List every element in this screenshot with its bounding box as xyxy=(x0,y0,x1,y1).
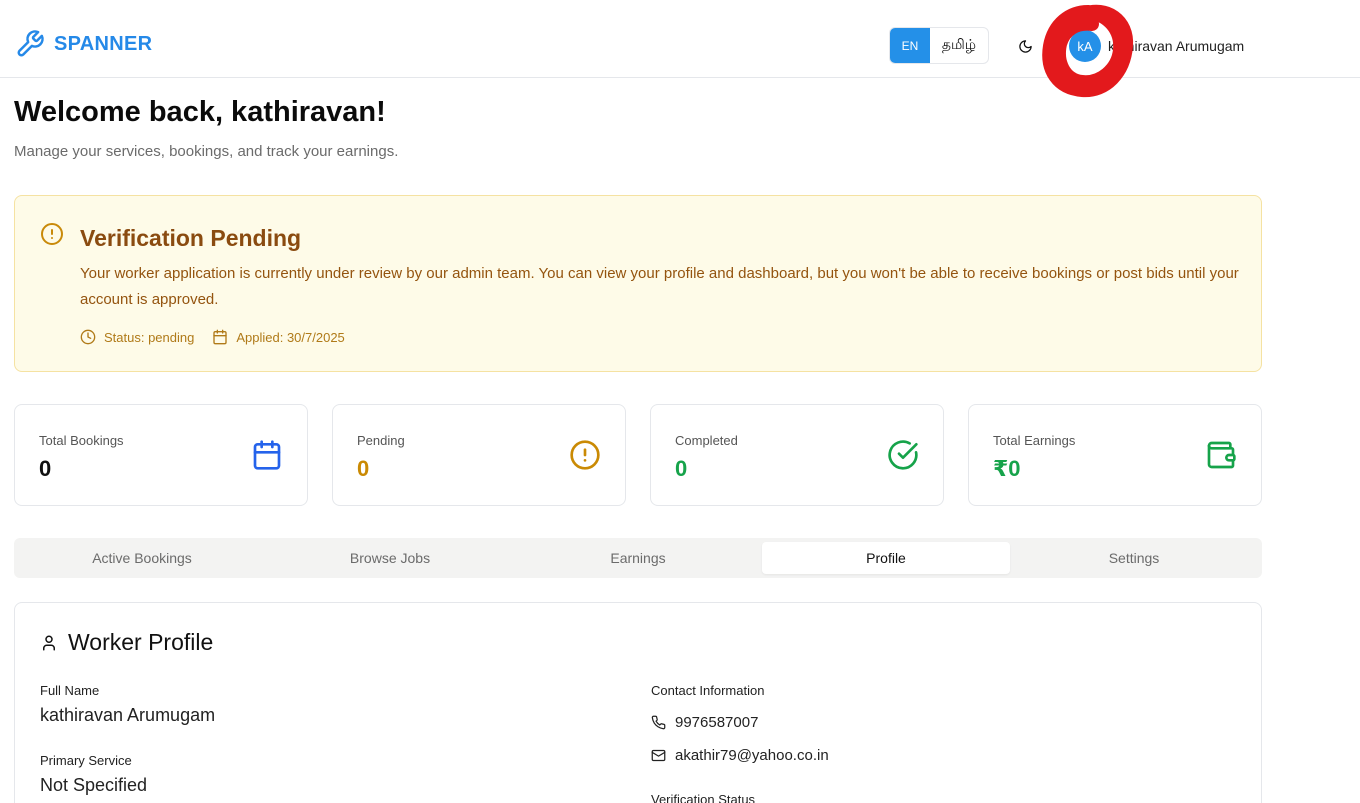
tab-browse-jobs[interactable]: Browse Jobs xyxy=(266,542,514,574)
dashboard-tabs: Active Bookings Browse Jobs Earnings Pro… xyxy=(14,538,1262,578)
tab-profile[interactable]: Profile xyxy=(762,542,1010,574)
stat-value: 0 xyxy=(357,456,370,481)
tab-settings[interactable]: Settings xyxy=(1010,542,1258,574)
calendar-icon xyxy=(213,329,228,345)
theme-toggle-button[interactable] xyxy=(1014,35,1036,57)
top-header: SPANNER EN தமிழ் kA kathiravan Arumugam xyxy=(0,0,1360,78)
stat-label: Total Earnings xyxy=(993,433,1076,448)
language-switcher: EN தமிழ் xyxy=(889,27,989,64)
full-name-value: kathiravan Arumugam xyxy=(40,705,216,725)
brand-name: SPANNER xyxy=(54,32,153,55)
stat-card-pending: Pending 0 xyxy=(332,404,626,506)
page-title: Welcome back, kathiravan! xyxy=(14,96,386,128)
clock-icon xyxy=(80,329,96,345)
alert-status: Status: pending xyxy=(80,329,194,345)
user-name[interactable]: kathiravan Arumugam xyxy=(1108,38,1244,54)
profile-header: Worker Profile xyxy=(40,629,213,656)
stat-card-total-earnings: Total Earnings ₹0 xyxy=(968,404,1262,506)
phone-value: 9976587007 xyxy=(675,714,759,731)
alert-title: Verification Pending xyxy=(80,225,302,251)
lang-ta-button[interactable]: தமிழ் xyxy=(930,28,988,63)
tab-earnings[interactable]: Earnings xyxy=(514,542,762,574)
full-name-label: Full Name xyxy=(40,683,100,698)
alert-circle-icon xyxy=(41,223,63,245)
page-subtitle: Manage your services, bookings, and trac… xyxy=(14,143,399,160)
stat-value: 0 xyxy=(39,456,52,481)
contact-info-label: Contact Information xyxy=(651,683,765,698)
stat-label: Completed xyxy=(675,433,738,448)
verification-status-label: Verification Status xyxy=(651,792,756,803)
phone-icon xyxy=(651,715,666,730)
stat-card-total-bookings: Total Bookings 0 xyxy=(14,404,308,506)
alert-circle-icon xyxy=(570,440,600,470)
primary-service-label: Primary Service xyxy=(40,753,132,768)
stat-value: ₹0 xyxy=(993,456,1021,481)
verification-alert: Verification Pending Your worker applica… xyxy=(14,195,1262,372)
avatar[interactable]: kA xyxy=(1069,30,1101,62)
brand-logo[interactable]: SPANNER xyxy=(15,29,152,59)
mail-icon xyxy=(651,749,666,762)
tab-active-bookings[interactable]: Active Bookings xyxy=(18,542,266,574)
calendar-icon xyxy=(253,440,281,470)
primary-service-value: Not Specified xyxy=(40,775,148,795)
wrench-icon xyxy=(17,30,44,57)
alert-status-text: Status: pending xyxy=(104,329,195,345)
alert-applied-text: Applied: 30/7/2025 xyxy=(236,329,345,345)
check-circle-icon xyxy=(888,440,918,470)
contact-phone: 9976587007 xyxy=(651,714,758,731)
stat-card-completed: Completed 0 xyxy=(650,404,944,506)
email-value: akathir79@yahoo.co.in xyxy=(675,747,829,764)
profile-title: Worker Profile xyxy=(68,629,214,655)
worker-profile-card: Worker Profile Full Name kathiravan Arum… xyxy=(14,602,1262,803)
alert-meta: Status: pending Applied: 30/7/2025 xyxy=(80,329,345,345)
user-icon xyxy=(43,635,55,650)
stat-label: Pending xyxy=(357,433,405,448)
alert-applied: Applied: 30/7/2025 xyxy=(212,329,345,345)
contact-email: akathir79@yahoo.co.in xyxy=(651,747,829,764)
alert-message: Your worker application is currently und… xyxy=(80,265,1239,308)
stat-value: 0 xyxy=(675,456,688,481)
stat-label: Total Bookings xyxy=(39,433,124,448)
wallet-icon xyxy=(1207,441,1236,469)
lang-en-button[interactable]: EN xyxy=(890,28,930,63)
moon-icon xyxy=(1018,39,1032,53)
